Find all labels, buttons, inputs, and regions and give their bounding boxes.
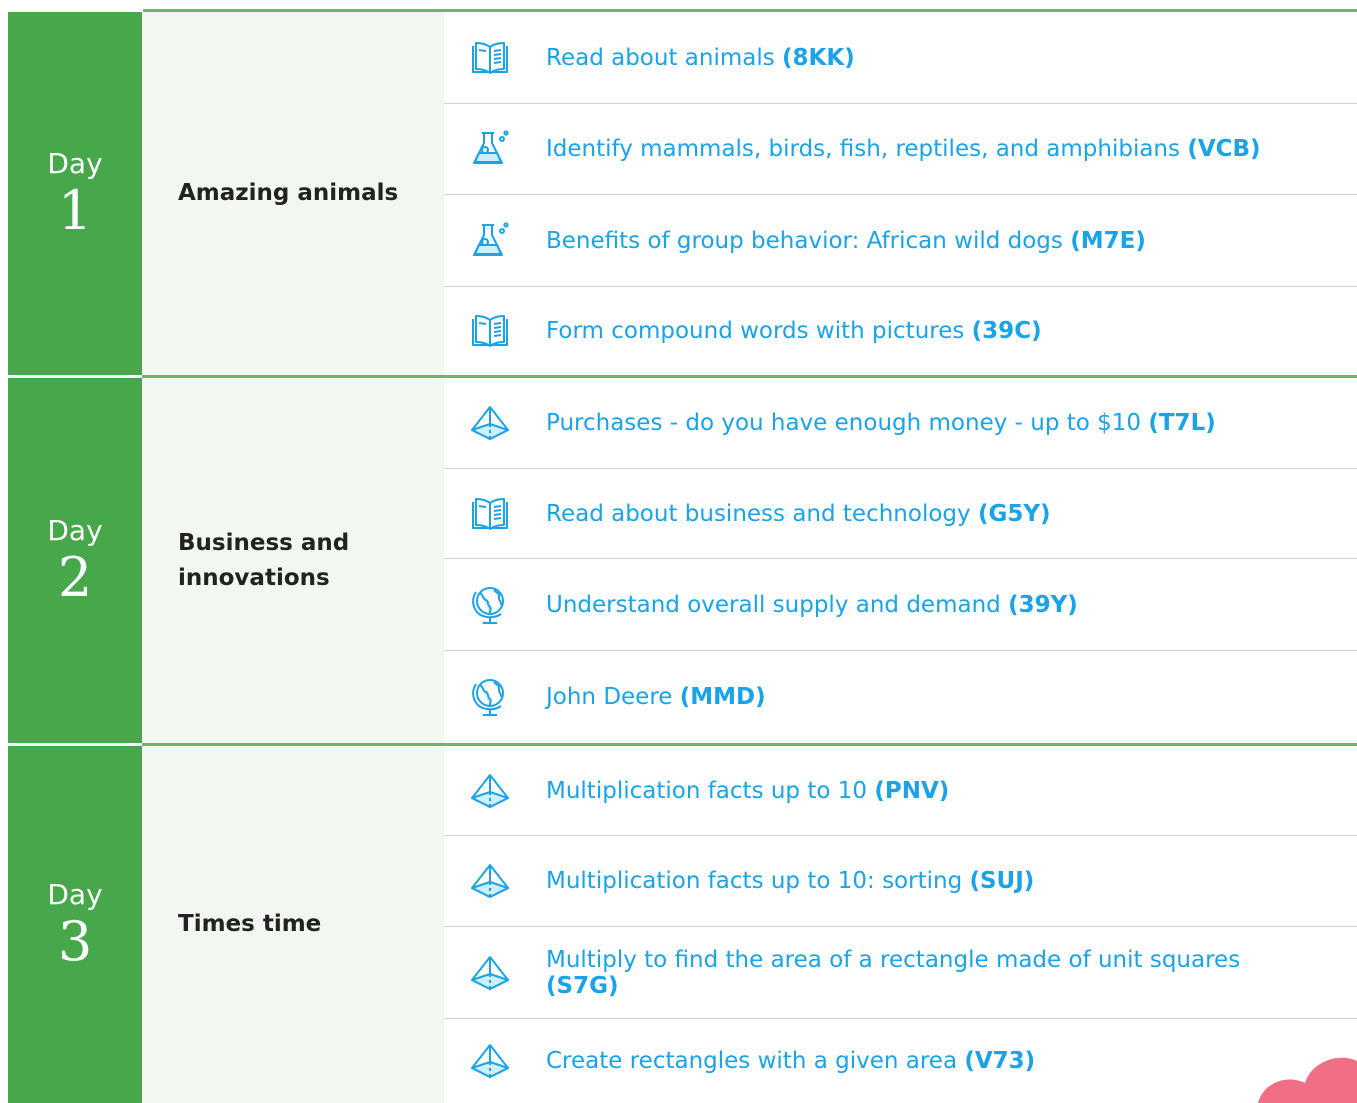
skill-link[interactable]: Form compound words with pictures (39C) [444, 287, 1357, 375]
skill-title: Understand overall supply and demand [546, 591, 1001, 618]
skill-link[interactable]: Create rectangles with a given area (V73… [444, 1019, 1357, 1103]
day-label-3: Day 3 [8, 746, 142, 1103]
skill-code: (PNV) [874, 777, 950, 804]
skills-list-2: Purchases - do you have enough money - u… [444, 378, 1357, 743]
pyramid-icon [468, 951, 512, 995]
book-icon [468, 309, 512, 353]
day-label-2: Day 2 [8, 378, 142, 743]
day-number: 2 [57, 545, 93, 609]
skill-code: (VCB) [1187, 136, 1261, 162]
skill-label: Read about animals (8KK) [546, 45, 1317, 71]
pyramid-icon [468, 769, 512, 813]
skill-link[interactable]: Purchases - do you have enough money - u… [444, 378, 1357, 469]
skill-label: John Deere (MMD) [546, 684, 1317, 710]
theme-title: Times time [178, 911, 322, 937]
theme-cell-2: Business and innovations [143, 378, 444, 743]
skill-code: (V73) [964, 1048, 1036, 1074]
day-label-1: Day 1 [8, 12, 142, 375]
skill-label: Multiplication facts up to 10 (PNV) [546, 778, 1317, 804]
day-word: Day [47, 877, 103, 911]
book-icon [468, 492, 512, 536]
skill-label: Benefits of group behavior: African wild… [546, 228, 1317, 254]
skill-code: (M7E) [1070, 227, 1146, 254]
day-block-2: Day 2 Business and innovations Purchases… [8, 378, 1357, 743]
skill-title: Form compound words with pictures [546, 318, 965, 344]
day-block-3: Day 3 Times time Multiplication facts up… [8, 746, 1357, 1103]
skill-label: Identify mammals, birds, fish, reptiles,… [546, 136, 1317, 162]
theme-cell-1: Amazing animals [143, 12, 444, 375]
skill-link[interactable]: Multiplication facts up to 10 (PNV) [444, 746, 1357, 836]
skills-list-3: Multiplication facts up to 10 (PNV) Mult… [444, 746, 1357, 1103]
skill-label: Multiply to find the area of a rectangle… [546, 947, 1317, 999]
flask-icon [468, 127, 512, 171]
skill-link[interactable]: Multiply to find the area of a rectangle… [444, 927, 1357, 1019]
skill-title: Read about business and technology [546, 500, 971, 527]
globe-icon [468, 583, 512, 627]
skill-title: Identify mammals, birds, fish, reptiles,… [546, 136, 1180, 162]
skill-title: Multiplication facts up to 10 [546, 777, 868, 804]
skill-code: (MMD) [679, 684, 766, 710]
skill-label: Create rectangles with a given area (V73… [546, 1048, 1317, 1074]
skill-link[interactable]: Multiplication facts up to 10: sorting (… [444, 836, 1357, 927]
skill-title: Read about animals [546, 44, 775, 71]
theme-title: Business and innovations [178, 529, 350, 591]
book-icon [468, 36, 512, 80]
skill-link[interactable]: Read about animals (8KK) [444, 12, 1357, 104]
skill-link[interactable]: John Deere (MMD) [444, 651, 1357, 743]
day-word: Day [47, 146, 103, 180]
skill-label: Form compound words with pictures (39C) [546, 318, 1317, 344]
skill-label: Understand overall supply and demand (39… [546, 592, 1317, 618]
skill-code: (8KK) [782, 44, 855, 71]
skill-code: (SUJ) [969, 868, 1035, 894]
day-block-1: Day 1 Amazing animals Read about animals… [8, 12, 1357, 375]
skill-code: (S7G) [546, 972, 619, 999]
skill-code: (T7L) [1148, 410, 1216, 436]
skill-label: Multiplication facts up to 10: sorting (… [546, 868, 1317, 894]
skill-link[interactable]: Read about business and technology (G5Y) [444, 469, 1357, 559]
skills-list-1: Read about animals (8KK) Identify mammal… [444, 12, 1357, 375]
pyramid-icon [468, 1039, 512, 1083]
pyramid-icon [468, 859, 512, 903]
skill-label: Purchases - do you have enough money - u… [546, 410, 1317, 436]
day-number: 3 [57, 909, 93, 973]
theme-title: Amazing animals [178, 180, 399, 206]
skill-title: Multiplication facts up to 10: sorting [546, 868, 963, 894]
skill-link[interactable]: Understand overall supply and demand (39… [444, 559, 1357, 651]
skill-label: Read about business and technology (G5Y) [546, 501, 1317, 527]
skill-title: John Deere [546, 684, 673, 710]
skill-code: (39C) [971, 318, 1042, 344]
day-number: 1 [57, 178, 93, 242]
skill-title: Create rectangles with a given area [546, 1048, 958, 1074]
skill-link[interactable]: Benefits of group behavior: African wild… [444, 195, 1357, 287]
skill-title: Purchases - do you have enough money - u… [546, 410, 1142, 436]
globe-icon [468, 675, 512, 719]
day-word: Day [47, 513, 103, 547]
skill-title: Benefits of group behavior: African wild… [546, 227, 1063, 254]
skill-title: Multiply to find the area of a rectangle… [546, 946, 1241, 973]
flask-icon [468, 219, 512, 263]
pyramid-icon [468, 401, 512, 445]
theme-cell-3: Times time [143, 746, 444, 1103]
plan-page: Day 1 Amazing animals Read about animals… [0, 0, 1357, 1103]
skill-code: (39Y) [1008, 591, 1078, 618]
skill-code: (G5Y) [977, 500, 1051, 527]
decorative-pink-blob [1258, 1057, 1357, 1103]
skill-link[interactable]: Identify mammals, birds, fish, reptiles,… [444, 104, 1357, 195]
